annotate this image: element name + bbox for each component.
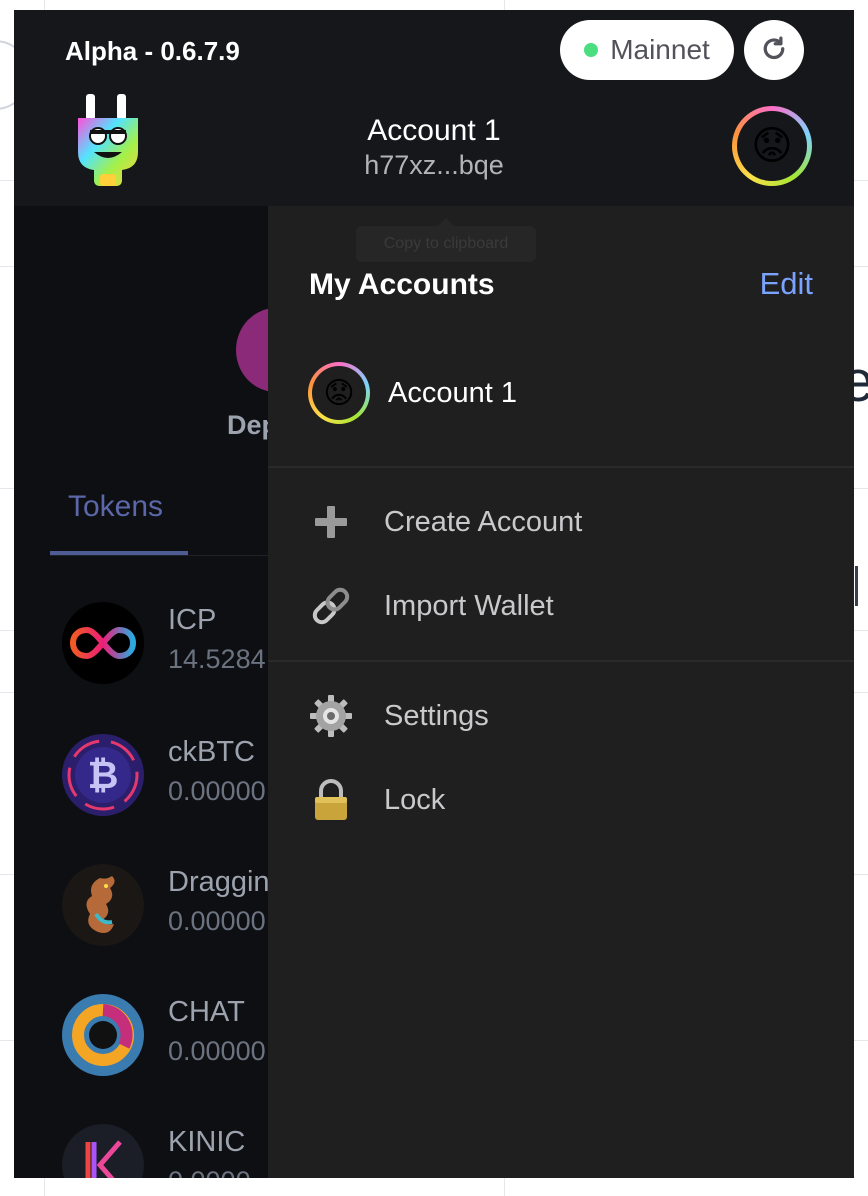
token-balance: 0.00000 bbox=[168, 1036, 266, 1066]
token-name: KINIC bbox=[168, 1126, 246, 1158]
token-row[interactable]: ICP 14.5284 bbox=[62, 602, 302, 692]
settings-button[interactable]: Settings bbox=[308, 690, 808, 742]
link-icon bbox=[308, 583, 354, 629]
refresh-icon bbox=[763, 36, 785, 60]
bitcoin-icon: ₿ bbox=[62, 734, 144, 816]
token-name: Draggin bbox=[168, 866, 270, 898]
worried-face-icon: 😟 bbox=[323, 376, 355, 410]
token-name: ICP bbox=[168, 604, 217, 636]
wallet-popup: Alpha - 0.6.7.9 Mainnet Account 1 h77xz.… bbox=[14, 10, 854, 1178]
tab-tokens[interactable]: Tokens bbox=[68, 490, 163, 524]
plus-icon bbox=[308, 499, 354, 545]
network-label: Mainnet bbox=[610, 34, 710, 65]
lock-icon bbox=[308, 777, 354, 823]
account-avatar: 😟 bbox=[308, 362, 370, 424]
edit-accounts-button[interactable]: Edit bbox=[760, 266, 813, 302]
menu-divider bbox=[268, 660, 854, 662]
account-address[interactable]: h77xz...bqe bbox=[14, 150, 854, 181]
svg-text:₿: ₿ bbox=[88, 753, 119, 797]
avatar-inner: 😟 bbox=[312, 366, 366, 420]
accounts-menu: Copy to clipboard My Accounts Edit 😟 Acc… bbox=[268, 206, 854, 1178]
copy-tooltip: Copy to clipboard bbox=[356, 218, 536, 262]
token-name: CHAT bbox=[168, 996, 245, 1028]
token-row[interactable]: Draggin 0.00000 bbox=[62, 864, 302, 954]
account-list-item-label: Account 1 bbox=[388, 376, 517, 409]
network-selector[interactable]: Mainnet bbox=[560, 20, 734, 80]
dragon-icon bbox=[62, 864, 144, 946]
icp-infinity-icon bbox=[62, 602, 144, 684]
token-balance: 14.5284 bbox=[168, 644, 266, 674]
token-balance: 0.0000 bbox=[168, 1166, 251, 1178]
import-wallet-button[interactable]: Import Wallet bbox=[308, 580, 808, 632]
current-account-name: Account 1 bbox=[367, 114, 501, 147]
kinic-k-icon bbox=[62, 1124, 144, 1178]
account-list-item[interactable]: 😟 Account 1 bbox=[308, 362, 808, 424]
settings-label: Settings bbox=[384, 699, 489, 732]
token-row[interactable]: ₿ ckBTC 0.00000 bbox=[62, 734, 302, 824]
token-name: ckBTC bbox=[168, 736, 255, 768]
bg-fragment bbox=[855, 566, 858, 606]
menu-title: My Accounts bbox=[309, 268, 495, 301]
lock-button[interactable]: Lock bbox=[308, 774, 808, 826]
lock-label: Lock bbox=[384, 783, 446, 816]
menu-divider bbox=[268, 466, 854, 468]
import-wallet-label: Import Wallet bbox=[384, 589, 554, 622]
token-row[interactable]: CHAT 0.00000 bbox=[62, 994, 302, 1084]
token-balance: 0.00000 bbox=[168, 906, 266, 936]
chat-ring-icon bbox=[62, 994, 144, 1076]
tab-divider bbox=[50, 555, 290, 556]
token-balance: 0.00000 bbox=[168, 776, 266, 806]
token-row[interactable]: KINIC 0.0000 bbox=[62, 1124, 302, 1178]
version-label: Alpha - 0.6.7.9 bbox=[65, 36, 240, 66]
create-account-button[interactable]: Create Account bbox=[308, 496, 808, 548]
avatar-inner: 😟 bbox=[737, 111, 807, 181]
popup-header: Alpha - 0.6.7.9 Mainnet Account 1 h77xz.… bbox=[14, 10, 854, 206]
worried-face-icon: 😟 bbox=[751, 124, 793, 168]
account-avatar-button[interactable]: 😟 bbox=[732, 106, 812, 186]
create-account-label: Create Account bbox=[384, 505, 583, 538]
gear-icon bbox=[308, 693, 354, 739]
network-status-dot bbox=[584, 43, 599, 57]
refresh-button[interactable] bbox=[744, 20, 804, 80]
